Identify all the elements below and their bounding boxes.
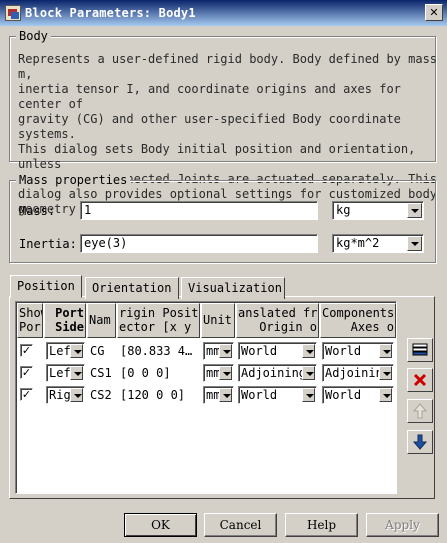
header-translated-from: anslated fro Origin o [236,303,319,338]
header-components-line1: Components [322,306,395,320]
header-show-port: Show Por [17,303,43,338]
chevron-down-icon[interactable] [379,388,392,402]
port-side-value: Lef [49,344,71,358]
body-group: Body Represents a user-defined rigid bod… [9,28,437,216]
help-button[interactable]: Help [285,513,358,537]
inertia-unit-value: kg*m^2 [336,236,380,250]
header-origin-line2: ector [x y z [119,320,200,334]
port-side-value: Lef [49,366,71,380]
position-table: Show Por Port Side Nam rigin Positio ect… [15,301,397,494]
chevron-down-icon[interactable] [219,366,232,380]
header-components: Components Axes o [320,303,396,338]
header-translated-line1: anslated fro [238,306,319,320]
tab-orientation[interactable]: Orientation [85,277,179,299]
show-port-checkbox[interactable]: ✓ [20,366,33,379]
header-port-side-line2: Side [55,320,84,334]
chevron-down-icon[interactable] [70,366,83,380]
move-up-button[interactable] [407,399,433,423]
chevron-down-icon[interactable] [70,388,83,402]
delete-icon [413,373,427,387]
chevron-down-icon[interactable] [302,344,315,358]
mass-input[interactable]: 1 [80,201,318,220]
row-name[interactable]: CS1 [90,366,112,386]
cancel-button[interactable]: Cancel [204,513,277,537]
port-side-select[interactable]: Lef [46,342,85,360]
components-select[interactable]: World [322,386,394,404]
components-select[interactable]: Adjoinin [322,364,394,382]
port-side-select[interactable]: Rig [46,386,85,404]
chevron-down-icon[interactable] [379,344,392,358]
header-unit: Unit [201,303,235,338]
inertia-unit-select[interactable]: kg*m^2 [332,234,424,253]
header-show-port-line1: Show [19,306,42,320]
inertia-label: Inertia: [19,237,77,251]
mass-unit-select[interactable]: kg [332,201,424,220]
chevron-down-icon[interactable] [379,366,392,380]
header-translated-line2: Origin o [259,320,317,334]
row-name[interactable]: CG [90,344,104,364]
chevron-down-icon[interactable] [302,388,315,402]
delete-row-button[interactable] [407,368,433,392]
arrow-down-icon [413,434,427,450]
unit-select[interactable]: mm [203,386,234,404]
unit-select[interactable]: mm [203,342,234,360]
apply-button[interactable]: Apply [366,513,439,537]
show-port-checkbox[interactable]: ✓ [20,388,33,401]
translated-select[interactable]: World [238,342,317,360]
arrow-up-icon [413,403,427,419]
components-value: World [325,388,362,402]
translated-select[interactable]: World [238,386,317,404]
chevron-down-icon[interactable] [219,388,232,402]
title-bar: Block Parameters: Body1 ✕ [0,0,447,26]
port-side-value: Rig [49,388,71,402]
row-name[interactable]: CS2 [90,388,112,408]
translated-value: World [241,344,278,358]
inertia-input[interactable]: eye(3) [80,234,318,253]
ok-button[interactable]: OK [124,513,197,537]
close-button[interactable]: ✕ [425,4,443,21]
row-origin[interactable]: [0 0 0] [120,366,199,386]
header-show-port-line2: Por [19,320,41,334]
move-down-button[interactable] [407,430,433,454]
mass-label: Mass: [19,204,56,218]
header-components-line2: Axes o [350,320,394,334]
window-title: Block Parameters: Body1 [25,6,196,20]
header-port-side: Port Side [44,303,86,338]
translated-value: World [241,388,278,402]
header-name-line1: Nam [89,313,111,327]
port-side-select[interactable]: Lef [46,364,85,382]
simulink-block-icon [5,5,21,21]
header-origin-position: rigin Positio ector [x y z [117,303,200,338]
header-name: Nam [87,303,116,338]
chevron-down-icon[interactable] [70,344,83,358]
chevron-down-icon[interactable] [219,344,232,358]
translated-select[interactable]: Adjoining [238,364,317,382]
components-select[interactable]: World [322,342,394,360]
unit-select[interactable]: mm [203,364,234,382]
translated-value: Adjoining [241,366,307,380]
chevron-down-icon[interactable] [407,203,422,218]
tab-position[interactable]: Position [10,275,82,298]
components-value: World [325,344,362,358]
header-port-side-line1: Port [55,306,84,320]
mass-unit-value: kg [336,203,351,217]
tab-visualization[interactable]: Visualization [181,277,285,299]
body-group-legend: Body [16,28,51,44]
row-origin[interactable]: [80.833 4… [120,344,199,364]
add-row-button[interactable] [407,338,433,362]
header-unit-line1: Unit [203,313,232,327]
header-origin-line1: rigin Positio [119,306,199,320]
chevron-down-icon[interactable] [407,236,422,251]
chevron-down-icon[interactable] [302,366,315,380]
show-port-checkbox[interactable]: ✓ [20,344,33,357]
add-row-icon [412,343,428,356]
components-value: Adjoinin [325,366,383,380]
mass-properties-legend: Mass properties [16,172,131,188]
row-origin[interactable]: [120 0 0] [120,388,199,408]
